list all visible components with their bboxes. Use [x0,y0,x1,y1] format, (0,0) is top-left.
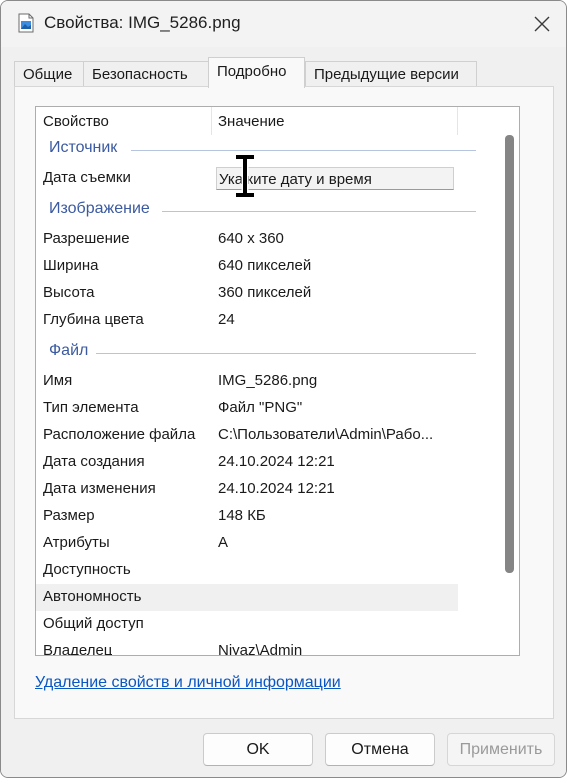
list-item[interactable]: Размер 148 КБ [36,503,458,530]
property-value: A [218,534,229,551]
properties-dialog: Свойства: IMG_5286.png Общие Безопасност… [0,0,567,778]
list-item[interactable]: Общий доступ [36,611,458,638]
list-item[interactable]: Имя IMG_5286.png [36,368,458,395]
list-item[interactable]: Дата создания 24.10.2024 12:21 [36,449,458,476]
remove-properties-link[interactable]: Удаление свойств и личной информации [35,674,341,692]
column-divider[interactable] [457,107,458,135]
date-taken-input[interactable]: Укажите дату и время [216,167,454,190]
tab-general[interactable]: Общие [14,61,84,87]
list-item[interactable]: Владелец Niyaz\Admin [36,638,458,656]
property-value: IMG_5286.png [218,372,318,389]
details-panel: Свойство Значение Источник Дата съемки У… [14,86,554,719]
property-value: 148 КБ [218,507,266,524]
tab-label: Безопасность [92,66,188,83]
title-bar[interactable]: Свойства: IMG_5286.png [1,1,566,47]
list-header: Свойство Значение [36,107,519,137]
tab-label: Общие [23,66,73,83]
property-value: Файл "PNG" [218,399,303,416]
close-button[interactable] [525,7,559,41]
group-header-file[interactable]: Файл [36,341,476,365]
property-name: Ширина [43,257,99,274]
property-name: Владелец [43,642,113,656]
tab-label: Подробно [217,63,287,80]
cancel-button[interactable]: Отмена [325,733,435,766]
property-name: Глубина цвета [43,311,144,328]
tab-previous-versions[interactable]: Предыдущие версии [305,61,477,87]
group-header-source[interactable]: Источник [36,138,476,162]
group-label: Файл [49,342,92,360]
column-header-property[interactable]: Свойство [43,113,109,130]
list-item[interactable]: Доступность [36,557,458,584]
group-header-image[interactable]: Изображение [36,199,476,223]
list-item[interactable]: Дата съемки Укажите дату и время [36,165,458,192]
property-name: Высота [43,284,95,301]
vertical-scrollbar[interactable] [491,107,519,655]
column-header-value[interactable]: Значение [218,113,285,130]
ok-button[interactable]: OK [203,733,313,766]
tab-label: Предыдущие версии [314,66,459,83]
image-file-icon [18,13,34,33]
list-item[interactable]: Глубина цвета 24 [36,307,458,334]
property-value: C:\Пользователи\Admin\Рабо... [218,426,434,443]
properties-list[interactable]: Свойство Значение Источник Дата съемки У… [35,106,520,656]
property-name: Размер [43,507,95,524]
list-item[interactable]: Дата изменения 24.10.2024 12:21 [36,476,458,503]
list-item[interactable]: Ширина 640 пикселей [36,253,458,280]
property-name: Тип элемента [43,399,139,416]
list-item-hovered[interactable]: Автономность [36,584,458,611]
apply-button[interactable]: Применить [447,733,555,766]
scrollbar-thumb[interactable] [505,135,514,573]
list-item[interactable]: Тип элемента Файл "PNG" [36,395,458,422]
property-value: 640 x 360 [218,230,284,247]
list-item[interactable]: Расположение файла C:\Пользователи\Admin… [36,422,458,449]
column-divider[interactable] [211,107,212,135]
property-value: 640 пикселей [218,257,312,274]
property-name: Доступность [43,561,131,578]
property-name: Атрибуты [43,534,110,551]
tab-details[interactable]: Подробно [208,57,305,88]
property-value: 360 пикселей [218,284,312,301]
group-label: Источник [49,139,121,157]
property-value: 24.10.2024 12:21 [218,453,335,470]
property-name: Разрешение [43,230,130,247]
property-name: Дата съемки [43,169,131,186]
group-divider [96,353,476,354]
property-name: Дата изменения [43,480,156,497]
group-divider [131,150,476,151]
close-icon [534,16,550,32]
tab-security[interactable]: Безопасность [83,61,209,87]
property-value: 24.10.2024 12:21 [218,480,335,497]
property-name: Имя [43,372,73,389]
property-name: Дата создания [43,453,145,470]
group-label: Изображение [49,200,153,218]
property-name: Общий доступ [43,615,144,632]
property-name: Расположение файла [43,426,196,443]
list-item[interactable]: Высота 360 пикселей [36,280,458,307]
list-item[interactable]: Атрибуты A [36,530,458,557]
property-value: 24 [218,311,235,328]
property-name: Автономность [43,588,142,605]
property-value: Niyaz\Admin [218,642,303,656]
group-divider [162,211,476,212]
button-bar: OK Отмена Применить [1,719,566,777]
window-title: Свойства: IMG_5286.png [44,13,241,32]
list-item[interactable]: Разрешение 640 x 360 [36,226,458,253]
